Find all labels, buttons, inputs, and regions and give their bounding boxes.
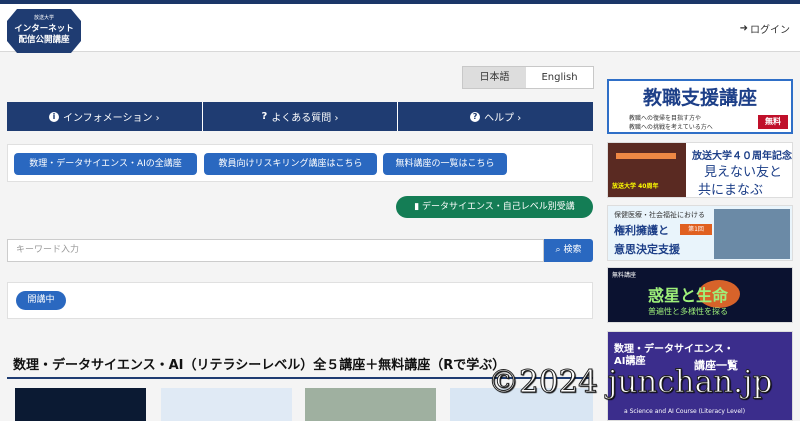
rights-advocacy-title1: 権利擁護と bbox=[614, 224, 669, 237]
teacher-reskilling-button[interactable]: 教員向けリスキリング講座はこちら bbox=[204, 153, 377, 175]
logo-university-label: 放送大学 bbox=[33, 15, 54, 21]
nav-help-label: ヘルプ › bbox=[484, 113, 522, 124]
planet-life-sub: 普遍性と多様性を探る bbox=[648, 307, 728, 316]
help-icon: ? bbox=[470, 111, 481, 122]
anniversary-line3: 共にまなぶ bbox=[698, 183, 764, 198]
nav-faq-label: よくある質問 › bbox=[271, 113, 339, 124]
search-button-label: 検索 bbox=[563, 245, 582, 255]
ds-ai-english-title: a Science and AI Course (Literacy Level) bbox=[624, 408, 746, 415]
all-ds-ai-courses-button[interactable]: 数理・データサイエンス・AIの全講座 bbox=[14, 153, 197, 175]
teacher-support-sub2: 教職への挑戦を考えている方へ bbox=[629, 124, 713, 131]
rights-advocacy-sub: 保健医療・社会福祉における bbox=[614, 211, 705, 219]
language-switcher: 日本語 English bbox=[462, 66, 594, 89]
quick-links-panel: 数理・データサイエンス・AIの全講座 教員向けリスキリング講座はこちら 無料講座… bbox=[7, 144, 593, 182]
stage-banner bbox=[616, 153, 676, 159]
rights-advocacy-banner[interactable]: 保健医療・社会福祉における 権利擁護と 意思決定支援 第1回 bbox=[607, 205, 793, 261]
level-based-course-button[interactable]: ▮ データサイエンス・自己レベル別受講 bbox=[396, 196, 593, 218]
anniversary-photo-label: 放送大学 40周年 bbox=[612, 183, 659, 190]
main-nav: i インフォメーション › ? よくある質問 › ? ヘルプ › bbox=[7, 102, 593, 131]
course-thumbnail[interactable] bbox=[15, 388, 146, 421]
lang-en-button[interactable]: English bbox=[526, 67, 593, 88]
anniversary-photo: 放送大学 40周年 bbox=[608, 143, 686, 197]
status-open-tag[interactable]: 開講中 bbox=[16, 291, 66, 310]
free-course-label: 無料講座 bbox=[612, 272, 637, 279]
planet-life-banner[interactable]: 無料講座 惑星と生命 普遍性と多様性を探る bbox=[607, 267, 793, 323]
free-badge: 無料 bbox=[758, 115, 788, 129]
anniversary-line2: 見えない友と bbox=[704, 165, 783, 180]
site-header: 放送大学 インターネット 配信公開講座 ➜ ログイン bbox=[0, 4, 800, 55]
search-icon: ⌕ bbox=[555, 245, 561, 255]
rights-advocacy-title2: 意思決定支援 bbox=[614, 243, 680, 256]
teacher-support-sub1: 教職への復帰を目指す方や bbox=[629, 115, 702, 122]
site-logo[interactable]: 放送大学 インターネット 配信公開講座 bbox=[7, 7, 81, 55]
status-filter-panel: 開講中 bbox=[7, 282, 593, 319]
nav-faq[interactable]: ? よくある質問 › bbox=[201, 102, 398, 131]
teacher-support-title: 教職支援講座 bbox=[642, 87, 757, 109]
info-icon: i bbox=[48, 111, 59, 122]
nav-information[interactable]: i インフォメーション › bbox=[7, 102, 202, 131]
login-icon: ➜ bbox=[739, 23, 748, 34]
lecturer-photo bbox=[714, 209, 790, 259]
level-based-course-label: データサイエンス・自己レベル別受講 bbox=[422, 202, 575, 212]
anniversary-title: 放送大学４０周年記念 bbox=[692, 151, 792, 162]
lang-ja-button[interactable]: 日本語 bbox=[463, 67, 526, 88]
search-button[interactable]: ⌕ 検索 bbox=[544, 239, 593, 262]
question-icon: ? bbox=[261, 111, 268, 122]
nav-help[interactable]: ? ヘルプ › bbox=[397, 102, 593, 131]
book-icon: ▮ bbox=[414, 202, 420, 212]
anniversary-banner[interactable]: 放送大学 40周年 放送大学４０周年記念 見えない友と 共にまなぶ bbox=[607, 142, 793, 198]
course-thumbnail[interactable] bbox=[305, 388, 436, 421]
search-input[interactable]: キーワード入力 bbox=[7, 239, 544, 262]
logo-title-line2: 配信公開講座 bbox=[18, 35, 70, 45]
nav-information-label: インフォメーション › bbox=[62, 113, 160, 124]
login-link[interactable]: ➜ ログイン bbox=[740, 21, 790, 36]
course-thumbnail[interactable] bbox=[161, 388, 292, 421]
episode-tag: 第1回 bbox=[680, 224, 712, 235]
copyright-watermark: ©2024 junchan.jp bbox=[487, 364, 773, 401]
free-courses-button[interactable]: 無料講座の一覧はこちら bbox=[383, 153, 507, 175]
teacher-support-banner[interactable]: 教職支援講座 教職への復帰を目指す方や 教職への挑戦を考えている方へ 無料 bbox=[607, 79, 793, 134]
planet-life-title: 惑星と生命 bbox=[648, 286, 729, 305]
login-label: ログイン bbox=[750, 25, 790, 36]
